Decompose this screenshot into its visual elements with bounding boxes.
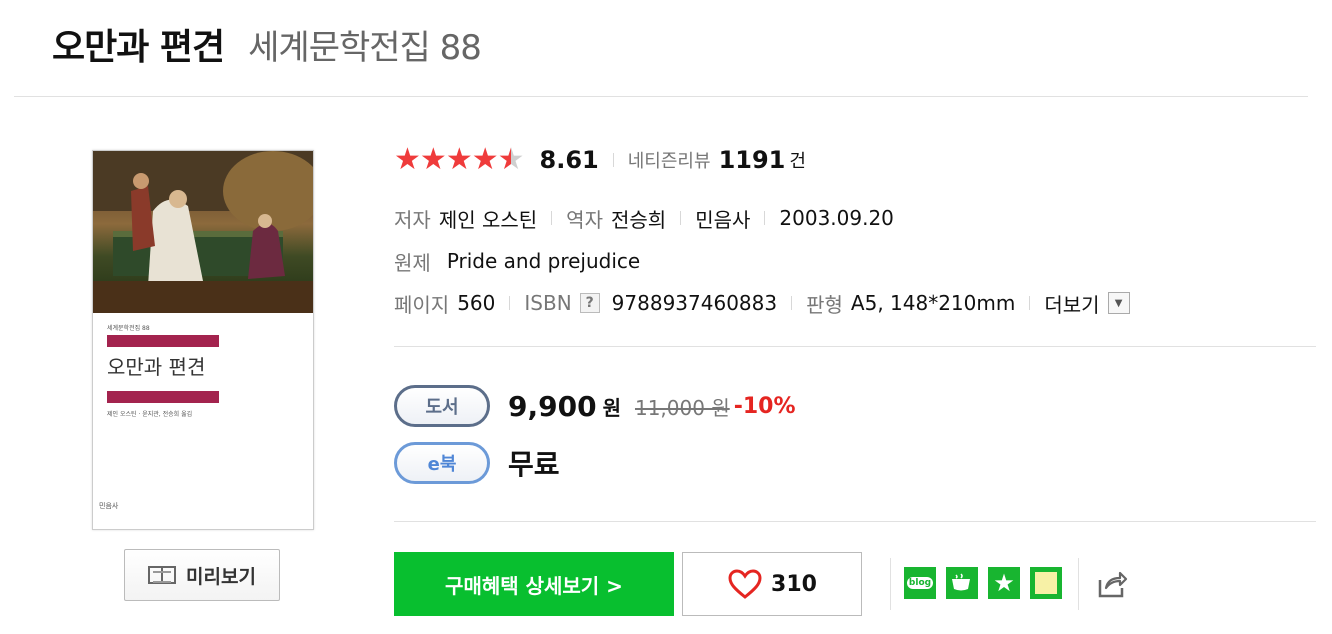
preview-label: 미리보기 bbox=[186, 565, 256, 588]
isbn-help-icon[interactable]: ? bbox=[579, 293, 600, 313]
book-format-tab[interactable]: 도서 bbox=[394, 385, 490, 427]
like-button[interactable]: 310 bbox=[682, 552, 862, 616]
divider bbox=[612, 153, 614, 167]
format-label: 판형 bbox=[806, 292, 843, 317]
translator-label: 역자 bbox=[566, 207, 603, 232]
divider bbox=[764, 211, 766, 225]
cafe-icon[interactable] bbox=[946, 567, 978, 599]
star-rating: ★★★★★ bbox=[394, 142, 525, 177]
original-title-line: 원제 Pride and prejudice bbox=[394, 246, 640, 276]
divider bbox=[509, 296, 511, 310]
page-title: 오만과 편견 bbox=[52, 27, 225, 68]
review-label[interactable]: 네티즌리뷰 bbox=[628, 147, 711, 173]
memo-icon-note bbox=[1035, 572, 1057, 594]
details-line: 페이지 560 ISBN ? 9788937460883 판형 A5, 148*… bbox=[394, 288, 1130, 318]
series-label[interactable]: 세계문학전집 88 bbox=[248, 20, 482, 69]
publish-date: 2003.09.20 bbox=[779, 206, 894, 230]
section-divider bbox=[394, 346, 1316, 347]
review-count[interactable]: 1191 bbox=[719, 146, 786, 174]
ebook-price-row: e북 무료 bbox=[394, 441, 560, 485]
divider bbox=[791, 296, 793, 310]
rating-row: ★★★★★ 8.61 네티즌리뷰 1191 건 bbox=[394, 142, 806, 178]
more-label: 더보기 bbox=[1044, 292, 1100, 317]
memo-icon[interactable] bbox=[1030, 567, 1062, 599]
divider bbox=[1029, 296, 1031, 310]
share-icons: blog ★ bbox=[904, 567, 1062, 599]
blog-icon[interactable]: blog bbox=[904, 567, 936, 599]
discount-rate: -10% bbox=[733, 393, 796, 419]
original-price: 11,000 원 bbox=[634, 395, 730, 420]
book-price-row: 도서 9,900 원 11,000 원 -10% bbox=[394, 384, 796, 428]
pages-label: 페이지 bbox=[394, 292, 450, 317]
pages-value: 560 bbox=[457, 291, 496, 315]
section-divider bbox=[394, 521, 1316, 522]
divider bbox=[1078, 558, 1079, 610]
star-icon: ★ bbox=[419, 142, 447, 177]
half-star-icon: ★ bbox=[497, 142, 525, 177]
author-label: 저자 bbox=[394, 207, 431, 232]
ebook-format-tab[interactable]: e북 bbox=[394, 442, 490, 484]
isbn-value: 9788937460883 bbox=[611, 291, 778, 315]
publisher-link[interactable]: 민음사 bbox=[695, 204, 750, 233]
book-icon bbox=[148, 566, 177, 584]
cover-painting-art bbox=[93, 151, 313, 313]
book-cover-image[interactable]: 세계문학전집 88 오만과 편견 제인 오스틴 · 윤지관, 전승희 옮김 민음… bbox=[92, 150, 314, 530]
review-unit: 건 bbox=[789, 151, 806, 172]
bookmark-star-icon[interactable]: ★ bbox=[988, 567, 1020, 599]
cover-band-top bbox=[107, 335, 219, 347]
star-icon: ★ bbox=[471, 142, 499, 177]
cover-series: 세계문학전집 88 bbox=[107, 325, 150, 332]
top-divider bbox=[14, 96, 1308, 97]
title-row: 오만과 편견 세계문학전집 88 bbox=[52, 18, 482, 70]
cover-painting bbox=[93, 151, 313, 313]
cover-publisher: 민음사 bbox=[99, 502, 119, 510]
divider bbox=[680, 211, 682, 225]
more-button[interactable]: 더보기 ▼ bbox=[1044, 289, 1130, 318]
author-info-line: 저자 제인 오스틴 역자 전승희 민음사 2003.09.20 bbox=[394, 203, 894, 233]
original-title: Pride and prejudice bbox=[446, 249, 641, 273]
star-icon: ★ bbox=[394, 142, 421, 177]
chevron-down-icon: ▼ bbox=[1107, 292, 1130, 314]
share-icon[interactable] bbox=[1096, 568, 1128, 600]
cup-icon bbox=[952, 573, 970, 591]
currency-label: 원 bbox=[602, 395, 621, 420]
cover-author: 제인 오스틴 · 윤지관, 전승희 옮김 bbox=[107, 411, 193, 418]
star-icon: ★ bbox=[445, 142, 473, 177]
divider bbox=[890, 558, 891, 610]
original-title-label: 원제 bbox=[394, 250, 431, 275]
translator-link[interactable]: 전승희 bbox=[611, 204, 666, 233]
heart-icon bbox=[728, 569, 762, 599]
preview-button[interactable]: 미리보기 bbox=[124, 549, 280, 601]
format-value: A5, 148*210mm bbox=[850, 291, 1016, 315]
cover-band-bottom bbox=[107, 391, 219, 403]
like-count: 310 bbox=[771, 571, 817, 597]
purchase-benefits-button[interactable]: 구매혜택 상세보기 > bbox=[394, 552, 674, 616]
book-price: 9,900 bbox=[508, 389, 597, 423]
ebook-price: 무료 bbox=[508, 448, 560, 481]
rating-score: 8.61 bbox=[539, 146, 599, 174]
author-link[interactable]: 제인 오스틴 bbox=[439, 204, 537, 233]
blog-icon-text: blog bbox=[906, 577, 934, 589]
divider bbox=[551, 211, 553, 225]
cover-title: 오만과 편견 bbox=[107, 355, 206, 379]
isbn-label: ISBN bbox=[524, 291, 572, 315]
